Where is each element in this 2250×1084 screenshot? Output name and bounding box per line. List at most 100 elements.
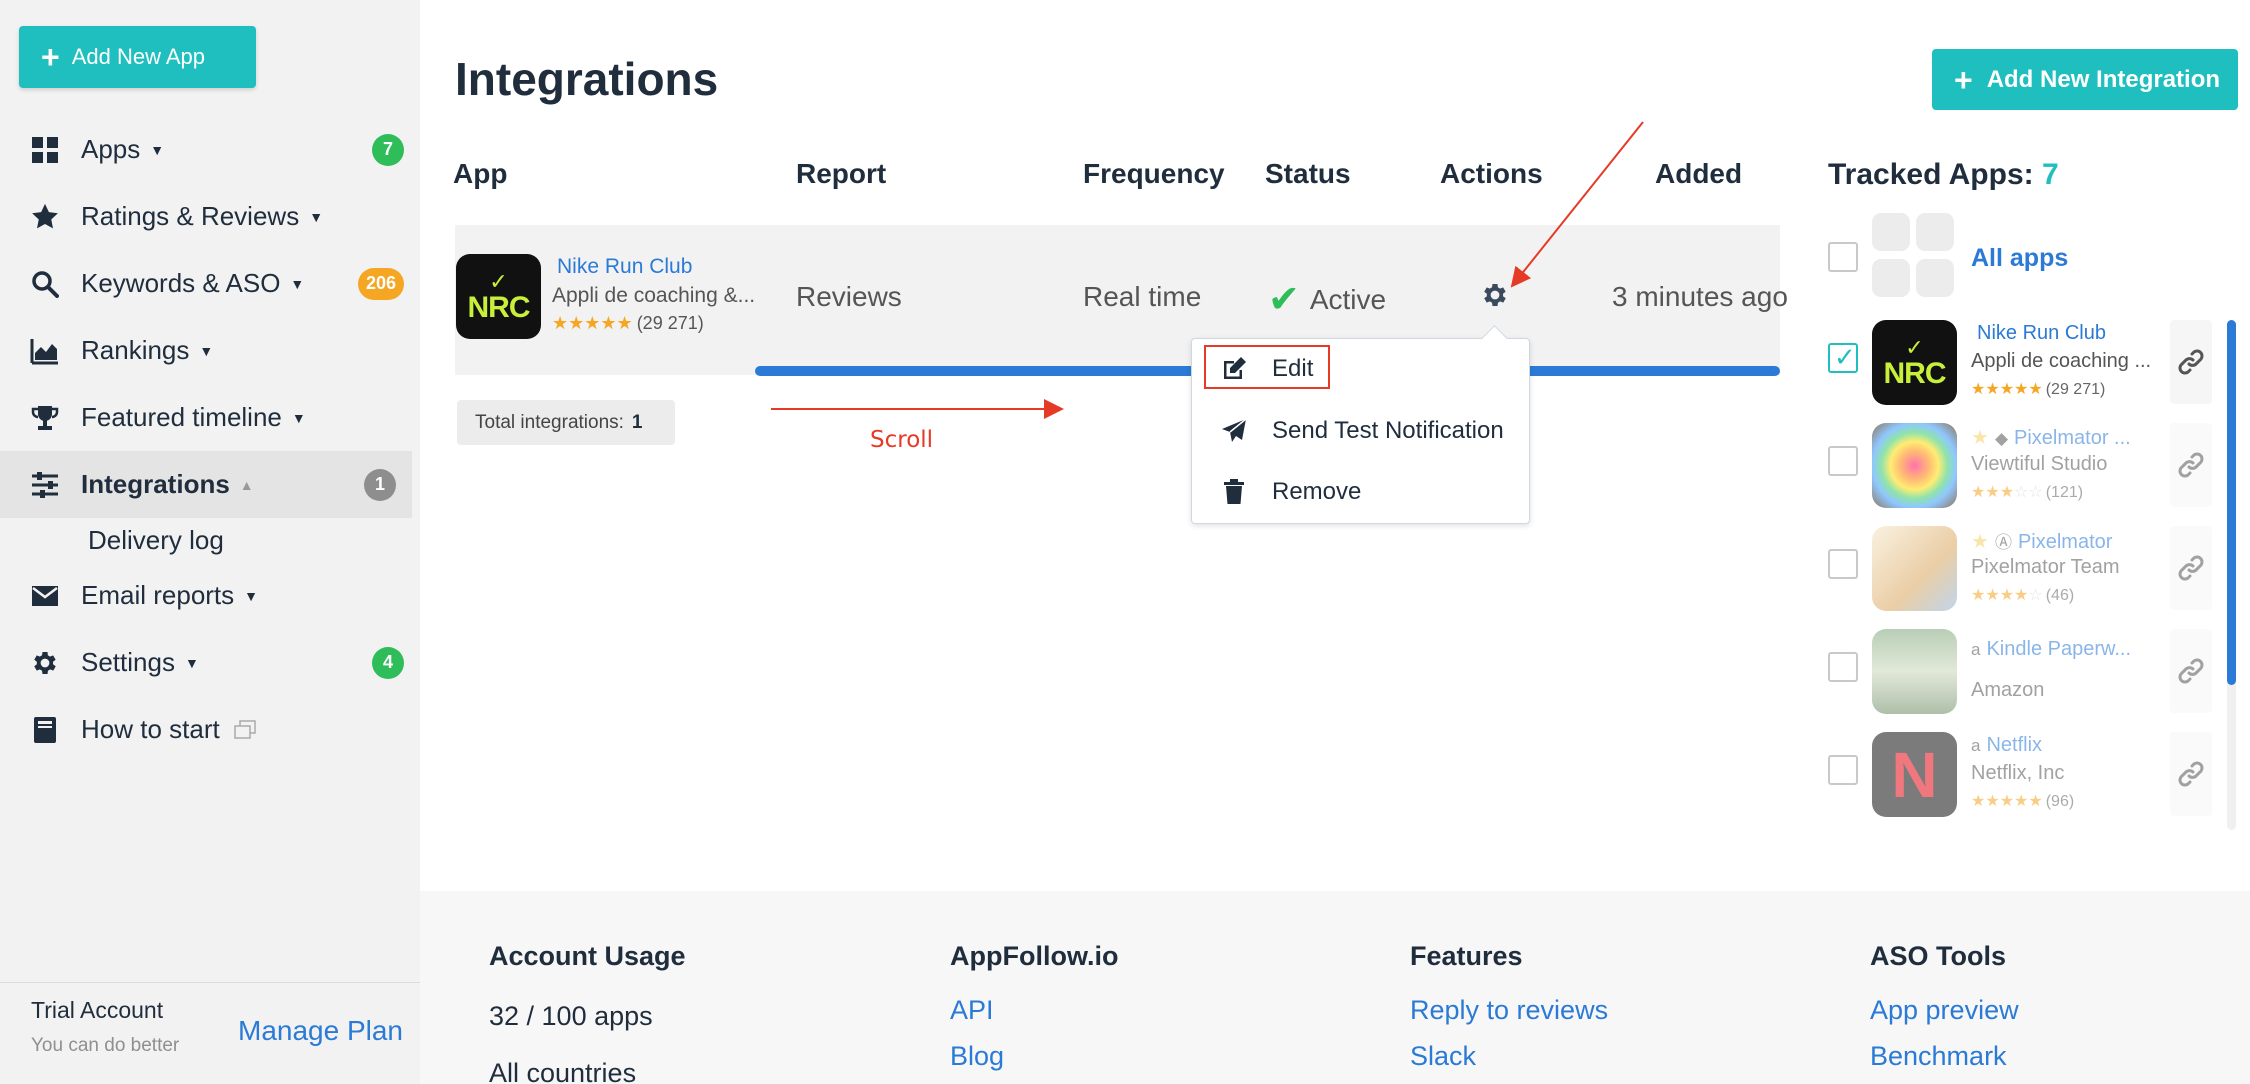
row-app-name[interactable]: Nike Run Club — [551, 255, 692, 279]
menu-item-edit[interactable]: Edit — [1220, 349, 1313, 389]
tracked-app-checkbox[interactable] — [1828, 549, 1858, 579]
tracked-app-name[interactable]: Nike Run Club — [1971, 322, 2106, 345]
tracked-app-developer: Netflix, Inc — [1971, 762, 2065, 784]
tracked-app-name[interactable]: a Netflix — [1971, 734, 2042, 757]
sidebar-item-featured-timeline[interactable]: Featured timeline ▼ — [0, 384, 420, 451]
apps-count-badge: 7 — [372, 133, 404, 166]
link-icon[interactable] — [2170, 629, 2212, 713]
nike-run-club-app-icon: ✓ NRC — [456, 254, 541, 339]
netflix-logo-letter: N — [1891, 738, 1938, 811]
column-header-frequency[interactable]: Frequency — [1083, 158, 1225, 190]
tracked-app-rating: ★★★☆☆ (121) — [1971, 484, 2084, 501]
footer-link-blog[interactable]: Blog — [950, 1041, 1004, 1072]
footer-link-app-preview[interactable]: App preview — [1870, 995, 2019, 1026]
kindle-app-icon — [1872, 629, 1957, 714]
footer-link-reply-to-reviews[interactable]: Reply to reviews — [1410, 995, 1608, 1026]
favorite-star-icon: ★ — [1971, 531, 1989, 553]
plus-icon: + — [41, 39, 60, 75]
footer-aso-tools-title: ASO Tools — [1870, 941, 2007, 971]
tracked-app-name[interactable]: ★ ◆ Pixelmator ... — [1971, 425, 2131, 450]
tracked-app-checkbox[interactable] — [1828, 342, 1858, 373]
link-icon[interactable] — [2170, 526, 2212, 610]
amazon-icon: a — [1971, 736, 1981, 755]
trophy-icon — [30, 403, 60, 433]
row-added: 3 minutes ago — [1612, 281, 1788, 312]
sidebar-item-how-to-start[interactable]: How to start — [0, 696, 420, 763]
footer-features-title: Features — [1410, 941, 1523, 971]
sidebar-item-label: How to start — [81, 714, 220, 744]
menu-item-send-test-notification[interactable]: Send Test Notification — [1220, 411, 1504, 451]
sidebar-item-integrations[interactable]: Integrations ▲ 1 — [0, 451, 412, 518]
star-icon — [30, 202, 60, 232]
menu-item-remove[interactable]: Remove — [1220, 472, 1361, 512]
sidebar-subitem-delivery-log[interactable]: Delivery log — [0, 518, 420, 562]
sidebar-item-label: Ratings & Reviews — [81, 201, 300, 231]
caret-down-icon: ▼ — [199, 342, 214, 359]
amazon-icon: a — [1971, 640, 1981, 659]
sidebar-nav: Apps ▼ 7 Ratings & Reviews ▼ Keywords & … — [0, 116, 420, 763]
nike-run-club-app-icon: ✓ NRC — [1872, 320, 1957, 405]
caret-down-icon: ▼ — [244, 587, 259, 604]
sidebar-item-label: Email reports — [81, 580, 235, 610]
add-new-integration-button[interactable]: + Add New Integration — [1932, 49, 2238, 110]
column-header-added[interactable]: Added — [1655, 158, 1742, 190]
page-title: Integrations — [455, 53, 719, 105]
all-apps-link[interactable]: All apps — [1971, 244, 2068, 273]
nrc-logo-text: NRC — [467, 290, 531, 324]
sidebar-item-keywords-aso[interactable]: Keywords & ASO ▼ 206 — [0, 250, 420, 317]
link-icon[interactable] — [2170, 320, 2212, 404]
integrations-count-badge: 1 — [364, 468, 396, 501]
sidebar-item-label: Rankings — [81, 335, 190, 365]
sidebar-item-ratings-reviews[interactable]: Ratings & Reviews ▼ — [0, 183, 420, 250]
nrc-logo-text: NRC — [1883, 356, 1947, 390]
trial-account-label: Trial Account — [31, 997, 164, 1023]
actions-gear-icon[interactable] — [1480, 280, 1512, 312]
caret-down-icon: ▼ — [150, 141, 165, 158]
trial-account-subtext: You can do better — [31, 1035, 180, 1056]
stars-icon: ★★★★★ — [1971, 381, 2043, 398]
footer-link-api[interactable]: API — [950, 995, 994, 1026]
tracked-app-checkbox[interactable] — [1828, 755, 1858, 785]
row-status: ✔ Active — [1268, 279, 1387, 321]
caret-down-icon: ▼ — [290, 275, 305, 292]
check-icon: ✔ — [1268, 279, 1300, 321]
footer-link-slack[interactable]: Slack — [1410, 1041, 1476, 1072]
stars-icon: ★★★★★ — [1971, 793, 2043, 810]
page-footer: Account Usage 32 / 100 apps All countrie… — [420, 891, 2250, 1084]
all-apps-icon — [1872, 213, 1956, 297]
sidebar-item-email-reports[interactable]: Email reports ▼ — [0, 562, 420, 629]
swoosh-icon: ✓ — [1905, 334, 1924, 360]
caret-down-icon: ▼ — [309, 208, 324, 225]
edit-icon — [1220, 356, 1248, 382]
footer-apps-usage: 32 / 100 apps — [489, 1001, 653, 1031]
caret-down-icon: ▼ — [184, 654, 199, 671]
tracked-app-checkbox[interactable] — [1828, 652, 1858, 682]
add-new-app-button[interactable]: + Add New App — [19, 26, 256, 88]
caret-up-icon: ▲ — [239, 476, 254, 493]
app-store-icon: Ⓐ — [1994, 533, 2012, 552]
footer-link-benchmark[interactable]: Benchmark — [1870, 1041, 2007, 1072]
tracked-app-rating: ★★★★★ (29 271) — [1971, 381, 2106, 398]
tracked-app-developer: Amazon — [1971, 679, 2045, 701]
stars-icon: ★★★☆☆ — [1971, 484, 2043, 501]
manage-plan-link[interactable]: Manage Plan — [238, 1015, 403, 1047]
link-icon[interactable] — [2170, 423, 2212, 507]
link-icon[interactable] — [2170, 732, 2212, 816]
column-header-app[interactable]: App — [453, 158, 507, 190]
sidebar-item-settings[interactable]: Settings ▼ 4 — [0, 629, 420, 696]
tracked-apps-scrollbar[interactable] — [2227, 320, 2236, 685]
column-header-report[interactable]: Report — [796, 158, 886, 190]
tracked-app-rating: ★★★★☆ (46) — [1971, 587, 2075, 604]
tracked-app-name[interactable]: ★ Ⓐ Pixelmator — [1971, 528, 2112, 554]
all-apps-checkbox[interactable] — [1828, 242, 1858, 272]
tracked-app-name[interactable]: a Kindle Paperw... — [1971, 638, 2131, 661]
plus-icon: + — [1954, 61, 1973, 98]
caret-down-icon: ▼ — [291, 409, 306, 426]
tracked-app-developer: Viewtiful Studio — [1971, 453, 2108, 475]
sidebar-item-apps[interactable]: Apps ▼ 7 — [0, 116, 420, 183]
tracked-app-checkbox[interactable] — [1828, 446, 1858, 476]
tracked-app-developer: Pixelmator Team — [1971, 556, 2120, 578]
column-header-status[interactable]: Status — [1265, 158, 1351, 190]
sidebar-item-rankings[interactable]: Rankings ▼ — [0, 317, 420, 384]
add-new-integration-label: Add New Integration — [1986, 65, 2221, 93]
